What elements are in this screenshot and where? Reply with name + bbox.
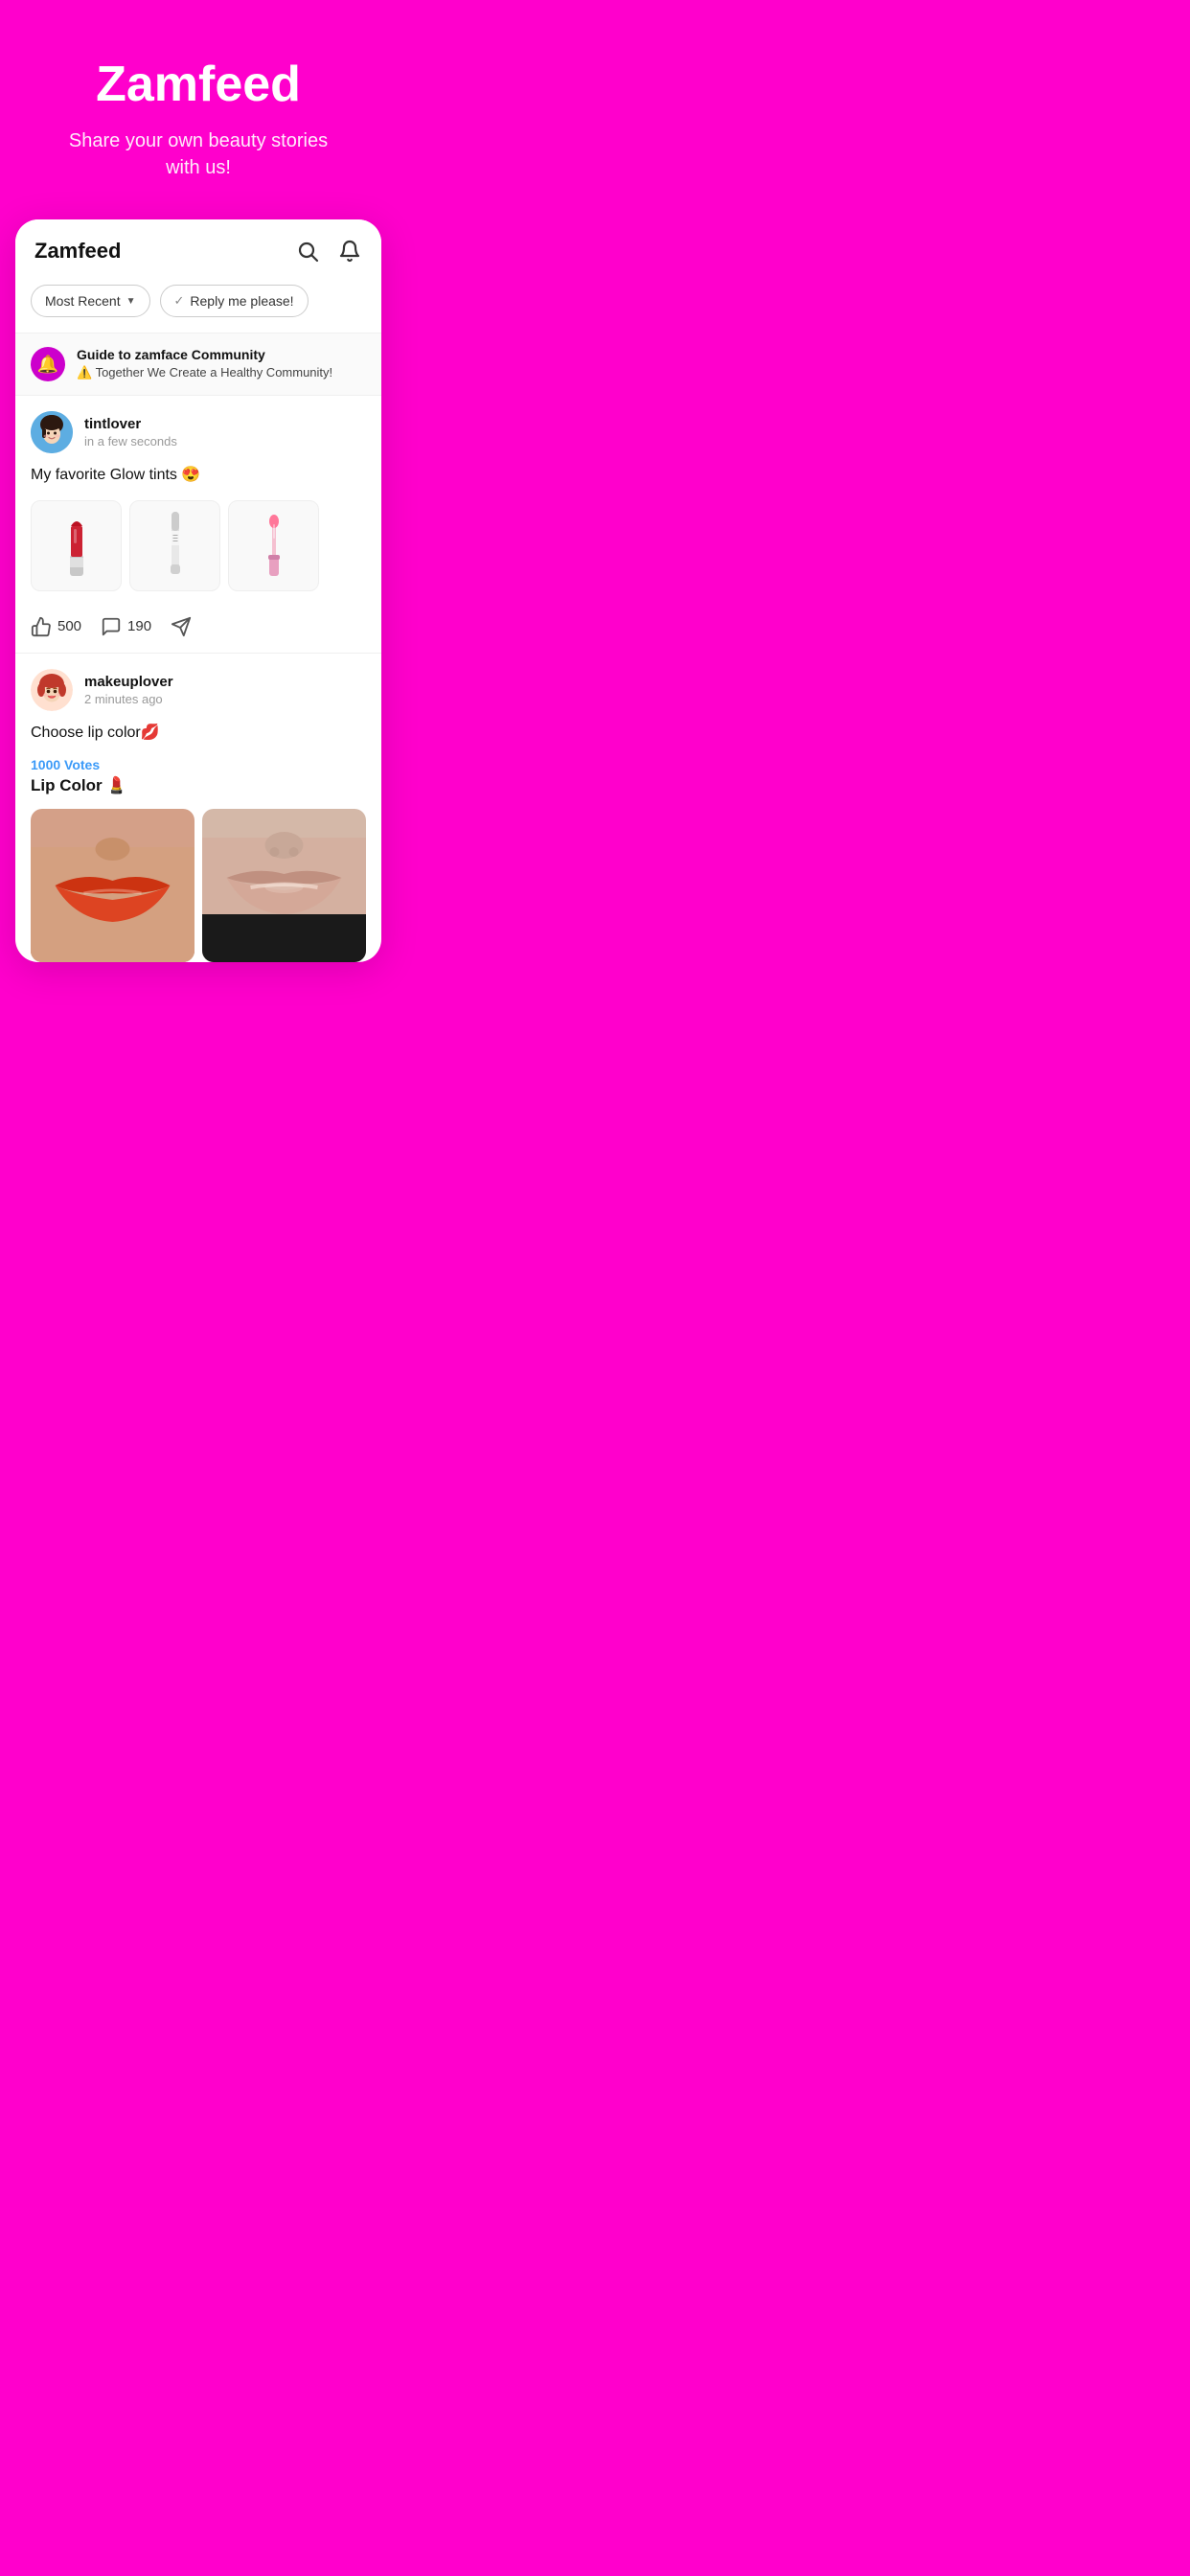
filter-bar: Most Recent ▼ ✓ Reply me please! [15, 279, 381, 333]
product-image-1[interactable] [31, 500, 122, 591]
post-1-actions: 500 190 [31, 605, 366, 653]
post-2-meta: makeuplover 2 minutes ago [84, 674, 173, 706]
community-text: Guide to zamface Community ⚠️ Together W… [77, 347, 332, 380]
post-2-avatar[interactable] [31, 669, 73, 711]
poll-images [31, 809, 366, 962]
like-button[interactable]: 500 [31, 616, 81, 637]
comment-count: 190 [127, 618, 151, 634]
post-2: makeuplover 2 minutes ago Choose lip col… [15, 654, 381, 962]
post-1: tintlover in a few seconds My favorite G… [15, 396, 381, 653]
reply-tag-label: Reply me please! [190, 293, 293, 309]
header-icons [295, 239, 362, 264]
poll-option-1[interactable] [31, 809, 195, 962]
post-2-text: Choose lip color💋 [31, 723, 366, 744]
post-1-timestamp: in a few seconds [84, 434, 177, 448]
app-card: Zamfeed Most Recent ▼ ✓ Reply me [15, 219, 381, 962]
sort-filter-button[interactable]: Most Recent ▼ [31, 285, 150, 317]
app-header-title: Zamfeed [34, 239, 121, 264]
community-banner-title: Guide to zamface Community [77, 347, 332, 362]
product-image-3[interactable] [228, 500, 319, 591]
post-1-header: tintlover in a few seconds [31, 411, 366, 453]
post-1-product-images [31, 500, 366, 591]
notification-button[interactable] [337, 239, 362, 264]
chevron-down-icon: ▼ [126, 296, 136, 307]
post-1-text: My favorite Glow tints 😍 [31, 465, 366, 486]
product-image-2[interactable] [129, 500, 220, 591]
check-icon: ✓ [174, 293, 185, 309]
like-count: 500 [57, 618, 81, 634]
reply-filter-tag[interactable]: ✓ Reply me please! [160, 285, 309, 317]
post-2-header: makeuplover 2 minutes ago [31, 669, 366, 711]
community-banner[interactable]: 🔔 Guide to zamface Community ⚠️ Together… [15, 333, 381, 396]
app-header: Zamfeed [15, 219, 381, 279]
community-banner-subtitle: ⚠️ Together We Create a Healthy Communit… [77, 365, 332, 380]
post-1-username[interactable]: tintlover [84, 416, 177, 432]
comment-button[interactable]: 190 [101, 616, 151, 637]
post-2-timestamp: 2 minutes ago [84, 692, 173, 706]
poll-option-2[interactable] [202, 809, 366, 962]
sort-filter-label: Most Recent [45, 293, 121, 309]
bell-icon: 🔔 [31, 347, 65, 381]
post-1-avatar[interactable] [31, 411, 73, 453]
hero-section: Zamfeed Share your own beauty storieswit… [0, 0, 397, 219]
post-1-meta: tintlover in a few seconds [84, 416, 177, 448]
share-button[interactable] [171, 616, 192, 637]
poll-title: Lip Color 💄 [31, 776, 366, 795]
search-button[interactable] [295, 239, 320, 264]
post-2-username[interactable]: makeuplover [84, 674, 173, 690]
hero-subtitle: Share your own beauty storieswith us! [23, 127, 374, 181]
hero-title: Zamfeed [23, 58, 374, 112]
votes-count: 1000 Votes [31, 757, 366, 772]
